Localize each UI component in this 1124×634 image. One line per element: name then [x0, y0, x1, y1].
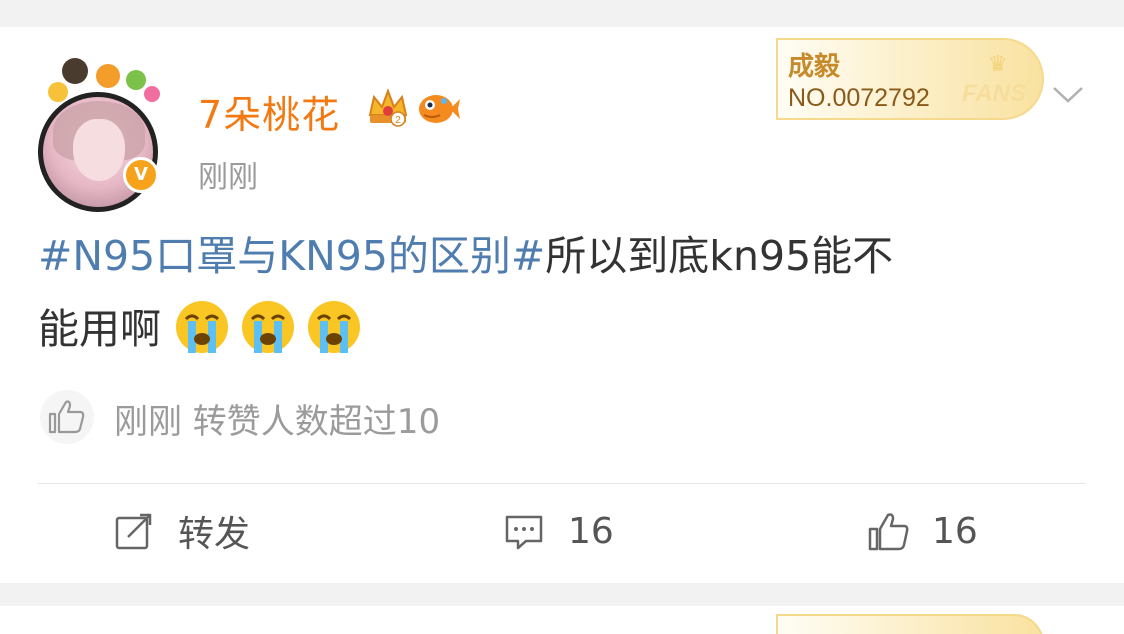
post-text-line1: 所以到底kn95能不	[545, 232, 894, 280]
fans-card-label: FANS	[962, 80, 1027, 107]
comment-count: 16	[568, 510, 614, 552]
thumbs-up-icon	[48, 400, 85, 434]
comment-button[interactable]: 16	[502, 505, 614, 557]
like-notice-text: 刚刚 转赞人数超过10	[114, 402, 441, 442]
repost-label: 转发	[178, 514, 251, 555]
repost-button[interactable]: 转发	[112, 505, 250, 557]
comment-icon	[505, 515, 543, 550]
next-fans-card	[776, 614, 1044, 634]
crying-emoji-icon	[308, 301, 361, 353]
thumbs-up-icon	[868, 513, 909, 551]
post-content: #N95口罩与KN95的区别#所以到底kn95能不 能用啊	[38, 220, 1078, 366]
svg-text:2: 2	[395, 115, 401, 126]
post-time: 刚刚	[198, 160, 258, 195]
top-gap	[0, 0, 1124, 27]
fans-card-name: 成毅	[788, 52, 841, 82]
avatar-image	[38, 92, 158, 212]
chevron-down-icon[interactable]	[1050, 82, 1086, 106]
repost-icon	[115, 513, 152, 550]
crying-emoji-icon	[176, 301, 229, 353]
fans-card[interactable]: 成毅 NO.0072792 ♛ FANS	[776, 38, 1044, 120]
like-count: 16	[932, 510, 978, 552]
divider	[38, 483, 1086, 484]
crown-badge-icon[interactable]: 2	[366, 85, 410, 129]
post-text-line2: 能用啊	[38, 305, 161, 353]
avatar-decoration	[48, 52, 160, 102]
like-button[interactable]: 16	[866, 505, 978, 557]
like-notice-icon-wrap	[40, 390, 94, 444]
username[interactable]: 7朵桃花	[198, 84, 340, 139]
fans-card-number: NO.0072792	[788, 84, 930, 112]
crying-emoji-icon	[242, 301, 295, 353]
verified-badge: V	[123, 157, 159, 193]
fish-badge-icon[interactable]	[414, 87, 460, 129]
crown-decoration-icon: ♛	[988, 52, 1008, 77]
topic-link[interactable]: #N95口罩与KN95的区别#	[38, 232, 545, 280]
next-post-card[interactable]	[0, 606, 1124, 634]
avatar[interactable]: V	[38, 52, 162, 212]
